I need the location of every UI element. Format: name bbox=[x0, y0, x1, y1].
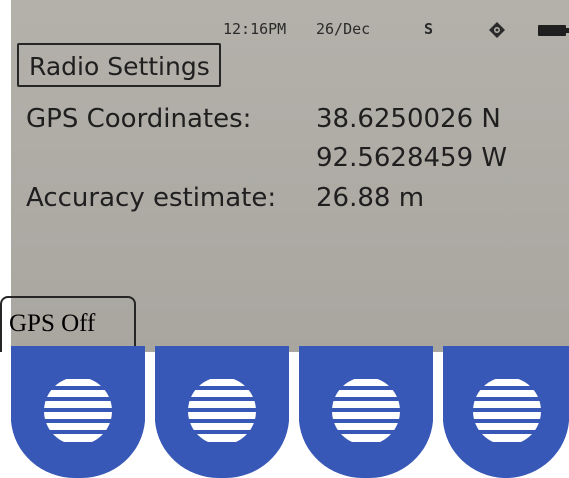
longitude-value: 92.5628459 W bbox=[316, 143, 508, 173]
status-signal: S bbox=[424, 20, 434, 38]
softkey-label-gps-off: GPS Off bbox=[0, 296, 136, 352]
accuracy-label: Accuracy estimate: bbox=[26, 183, 277, 213]
gps-coordinates-label: GPS Coordinates: bbox=[26, 104, 252, 134]
softkey-1[interactable] bbox=[11, 346, 145, 478]
status-bar: 12:16PM 26/Dec S bbox=[11, 0, 569, 38]
battery-icon bbox=[538, 25, 569, 36]
softkey-3[interactable] bbox=[299, 346, 433, 478]
softkey-row bbox=[11, 346, 569, 478]
device-frame: 12:16PM 26/Dec S Radio Settings GPS Coor… bbox=[0, 0, 569, 478]
speaker-grille-icon bbox=[332, 377, 400, 445]
speaker-grille-icon bbox=[473, 377, 541, 445]
page-title: Radio Settings bbox=[17, 43, 221, 87]
softkey-4[interactable] bbox=[443, 346, 569, 478]
softkey-2[interactable] bbox=[155, 346, 289, 478]
speaker-grille-icon bbox=[44, 377, 112, 445]
accuracy-value: 26.88 m bbox=[316, 183, 425, 213]
latitude-value: 38.6250026 N bbox=[316, 104, 501, 134]
speaker-grille-icon bbox=[188, 377, 256, 445]
status-time: 12:16PM bbox=[223, 20, 287, 38]
status-date: 26/Dec bbox=[316, 20, 371, 38]
gps-fix-icon bbox=[489, 22, 505, 38]
